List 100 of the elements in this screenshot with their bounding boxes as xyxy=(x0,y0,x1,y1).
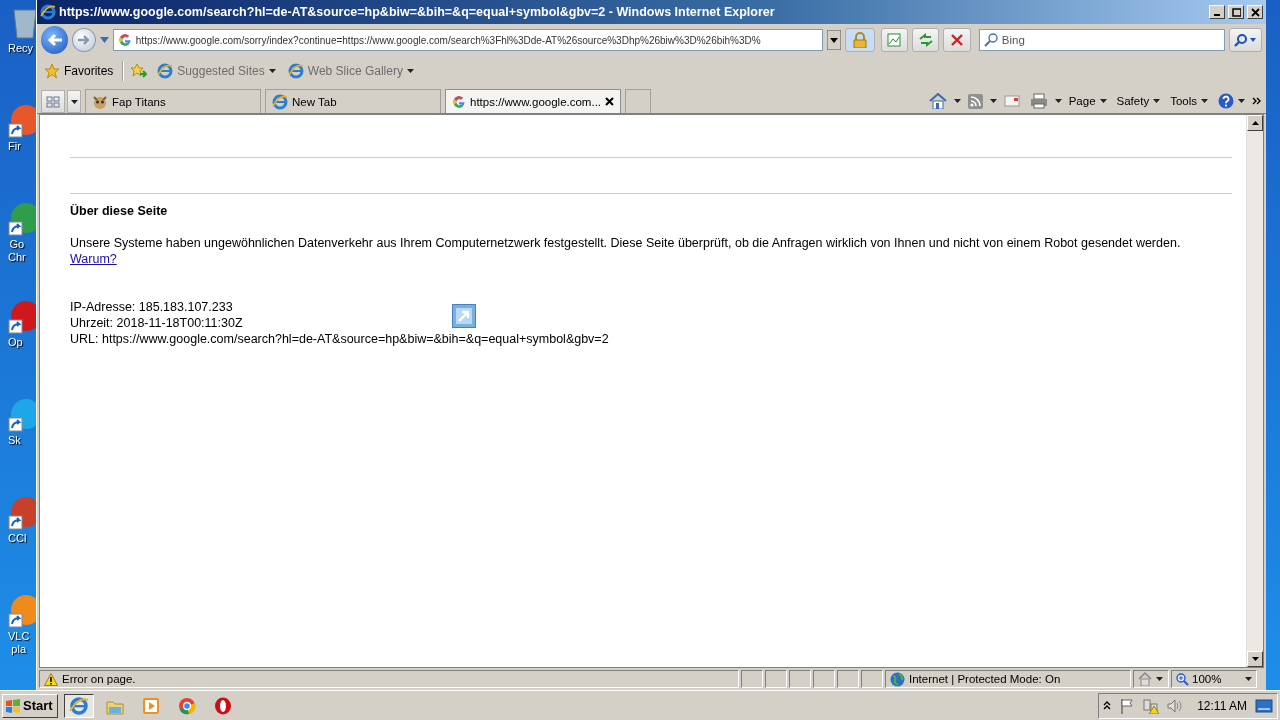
speaker-icon[interactable] xyxy=(1167,697,1184,714)
stop-button[interactable] xyxy=(943,28,971,52)
caret-icon[interactable] xyxy=(406,69,414,73)
browser-tab[interactable]: New Tab xyxy=(265,89,441,113)
popup-settings-button[interactable] xyxy=(1133,670,1169,688)
chevron-up-icon[interactable] xyxy=(1103,701,1112,710)
back-button[interactable] xyxy=(41,26,69,54)
taskbar-ie-button[interactable] xyxy=(63,693,94,718)
shortcut-icon[interactable] xyxy=(8,496,36,530)
status-pane xyxy=(741,670,763,688)
shortcut-icon[interactable] xyxy=(8,300,36,334)
address-field[interactable]: https://www.google.com/sorry/index?continue=https://www.google.com/search%3Fhl%3Dde-AT%26source%3Dhp%26biw%3D%26bih%3D% xyxy=(112,29,824,51)
desktop-icon-label: Sk xyxy=(8,434,21,447)
media-player-icon xyxy=(140,695,161,716)
flag-icon[interactable] xyxy=(1119,697,1136,714)
caret-icon[interactable] xyxy=(989,99,997,103)
caret-icon xyxy=(1156,677,1163,681)
star-icon xyxy=(44,63,60,79)
page-icon xyxy=(886,32,903,48)
status-message[interactable]: Error on page. xyxy=(39,670,739,688)
google-icon xyxy=(117,33,132,47)
scroll-up-icon[interactable] xyxy=(1251,121,1259,125)
zoom-icon xyxy=(1176,672,1189,686)
command-menu[interactable]: Page xyxy=(1065,93,1110,109)
scroll-down-icon[interactable] xyxy=(1251,657,1259,661)
creature-icon xyxy=(92,93,108,110)
status-pane xyxy=(861,670,883,688)
window-title: https://www.google.com/search?hl=de-AT&source=hp&biw=&bih=&q=equal+symbol&gbv=2 - Windows Internet Explorer xyxy=(59,5,776,19)
ie-icon[interactable] xyxy=(287,63,304,79)
caret-icon[interactable] xyxy=(1054,99,1062,103)
close-button[interactable] xyxy=(1247,5,1263,19)
ie-icon[interactable] xyxy=(157,63,174,79)
maximize-icon xyxy=(1231,7,1241,17)
ie-logo-icon[interactable] xyxy=(40,4,56,20)
shortcut-icon[interactable] xyxy=(8,104,36,138)
network-warning-icon[interactable] xyxy=(1143,697,1160,714)
desktop-icon-label: CCl xyxy=(8,532,27,545)
ie-icon xyxy=(272,93,288,110)
caret-icon[interactable] xyxy=(953,99,961,103)
ie-icon xyxy=(68,695,89,716)
close-icon xyxy=(1250,7,1260,17)
maximize-button[interactable] xyxy=(1228,5,1244,19)
browser-tab[interactable]: https://www.google.com... xyxy=(445,89,621,113)
address-dropdown-icon[interactable] xyxy=(827,30,842,50)
zoom-button[interactable]: 100% xyxy=(1171,670,1257,688)
caret-icon xyxy=(1153,99,1161,103)
why-link[interactable]: Warum? xyxy=(70,252,117,266)
search-icon xyxy=(1234,33,1248,47)
command-menu[interactable]: Safety xyxy=(1113,93,1164,109)
forward-arrow-icon xyxy=(77,34,92,46)
mail-icon xyxy=(1003,95,1020,107)
windows-logo-icon xyxy=(5,697,21,714)
command-menu[interactable]: Tools xyxy=(1167,93,1211,109)
favorites-button[interactable]: Favorites xyxy=(41,61,117,81)
recent-pages-caret-icon[interactable] xyxy=(99,37,109,43)
feed-icon xyxy=(967,93,983,109)
security-zone: Internet | Protected Mode: On xyxy=(885,670,1131,688)
search-field[interactable]: Bing xyxy=(978,29,1225,51)
refresh-icon xyxy=(917,32,934,48)
caret-icon[interactable] xyxy=(268,69,276,73)
detail-line: IP-Adresse: 185.183.107.233 xyxy=(70,299,233,315)
search-button[interactable] xyxy=(1228,28,1263,52)
ring-icon xyxy=(212,695,233,716)
browser-tab[interactable]: Fap Titans xyxy=(85,89,261,113)
status-pane xyxy=(837,670,859,688)
detail-line: Uhrzeit: 2018-11-18T00:11:30Z xyxy=(70,315,243,331)
status-pane xyxy=(789,670,811,688)
desktop-icon-label: Fir xyxy=(8,140,21,153)
close-icon[interactable] xyxy=(605,97,614,106)
minimize-button[interactable] xyxy=(1209,5,1225,19)
info-paragraph: Unsere Systeme haben ungewöhnlichen Datenverkehr aus Ihrem Computernetzwerk festgestellt. Diese Seite überprüft, ob die Anfragen wirklich von Ihnen und nicht von einem Robot gesendet werden. Warum? xyxy=(70,235,1182,267)
status-pane xyxy=(765,670,787,688)
shortcut-icon[interactable] xyxy=(8,398,36,432)
clock[interactable]: 12:11 AM xyxy=(1197,698,1247,713)
caret-icon xyxy=(1238,99,1245,103)
scroll-bar[interactable] xyxy=(1246,115,1263,667)
print-icon xyxy=(1029,93,1048,109)
refresh-button[interactable] xyxy=(912,28,940,52)
shortcut-icon[interactable] xyxy=(8,202,36,236)
tab-list-button[interactable] xyxy=(67,90,81,113)
globe-icon xyxy=(890,671,905,687)
home-icon xyxy=(928,93,947,109)
google-icon xyxy=(452,94,466,109)
stop-icon xyxy=(949,32,966,48)
forward-button[interactable] xyxy=(72,28,96,52)
caret-icon xyxy=(70,99,78,104)
favorites-link[interactable]: Suggested Sites xyxy=(154,61,279,81)
desktop-icon-label: VLC pla xyxy=(8,630,30,656)
start-button[interactable]: Start xyxy=(2,693,58,718)
show-desktop-icon[interactable] xyxy=(1255,698,1273,713)
page-heading: Über diese Seite xyxy=(70,203,169,219)
browser-circle-icon xyxy=(176,695,197,716)
desktop-icon-label: Go Chr xyxy=(8,238,26,264)
grid-icon xyxy=(46,95,60,108)
shortcut-icon[interactable] xyxy=(8,594,36,628)
lock-icon xyxy=(853,32,867,48)
more-chevron-icon[interactable] xyxy=(1252,97,1262,105)
favorites-link[interactable]: Web Slice Gallery xyxy=(284,61,417,81)
back-arrow-icon xyxy=(46,33,63,47)
caret-icon xyxy=(1245,677,1252,681)
